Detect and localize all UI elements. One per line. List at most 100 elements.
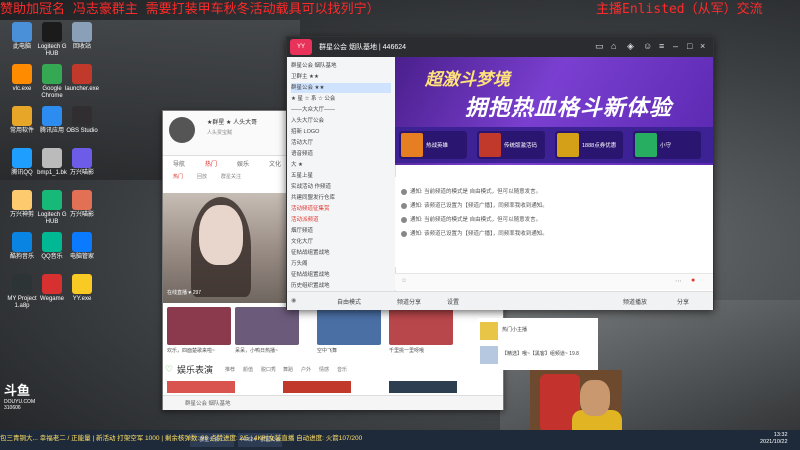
channel-item[interactable]: 活动频道征集赏 <box>291 204 391 214</box>
desktop-icon[interactable]: 万兴喵影 <box>64 148 100 177</box>
section-item[interactable]: 舞蹈 <box>283 366 293 373</box>
section-item[interactable]: 情感 <box>319 366 329 373</box>
stream-tile[interactable]: 欢乐，四面楚歌来啦~ <box>167 307 231 354</box>
section-item[interactable]: 颜值 <box>243 366 253 373</box>
status-item[interactable]: 频道播放 <box>623 297 647 306</box>
channel-item[interactable]: 万头阁 <box>291 259 391 269</box>
side-thumb <box>480 322 498 340</box>
subtab-hot[interactable]: 热门 <box>173 173 183 180</box>
channel-item[interactable]: 实战活动 作频道 <box>291 182 391 192</box>
channel-item[interactable]: 征帖战组置战地 <box>291 270 391 280</box>
preview-face <box>199 205 243 265</box>
app-icon <box>42 64 62 84</box>
channel-item[interactable]: ★ 星 ☆ 系 ☆ 公会 <box>291 94 391 104</box>
section-item[interactable]: 脱口秀 <box>261 366 276 373</box>
footer-text: 群星公会 烟队基地 <box>185 401 231 407</box>
channel-item[interactable]: 烟厅频道 <box>291 226 391 236</box>
channel-item[interactable]: 共建同盟发行仓库 <box>291 193 391 203</box>
app-icon <box>42 106 62 126</box>
channel-item[interactable]: 入头大厅公会 <box>291 116 391 126</box>
message-text: 通知: 当前频道的模式是 自由模式，但可以随意发言。 <box>410 189 542 195</box>
promo-card[interactable]: 传统版激活码 <box>477 131 545 159</box>
channel-item[interactable]: 大 ★ <box>291 160 391 170</box>
channel-item[interactable]: ——大众大厅—— <box>291 105 391 115</box>
tab-culture[interactable]: 文化 <box>269 159 281 168</box>
card-label: 传统版激活码 <box>504 143 538 149</box>
section-title: 娱乐表演 <box>177 365 214 375</box>
stream-tile[interactable]: 空中飞舞 <box>317 307 381 354</box>
app-icon <box>72 274 92 294</box>
menu-icon[interactable]: ≡ <box>659 41 664 51</box>
subtab-replay[interactable]: 回放 <box>197 173 207 180</box>
desktop-icon-label: YY.exe <box>72 296 92 302</box>
desktop-icon[interactable]: launcher.exe <box>64 64 100 93</box>
channel-item[interactable]: 招新 LOGO <box>291 127 391 137</box>
emoji-icon[interactable]: ☺ <box>401 278 407 284</box>
app-icon <box>72 148 92 168</box>
stream-ticker: 包三青铜大... 幸福老二 / 正能量 | 新活动 打架空军 1000 | 剩余… <box>0 435 363 442</box>
stream-tile[interactable]: 千里挑一里呀哦 <box>389 307 453 354</box>
avatar[interactable] <box>169 117 195 143</box>
mic-icon[interactable]: ● <box>691 277 695 284</box>
subtab-follow[interactable]: 群星关注 <box>221 173 241 180</box>
section-header: ♡ 娱乐表演 推荐 颜值 脱口秀 舞蹈 户外 情感 音乐 <box>163 363 503 377</box>
close-icon[interactable]: × <box>700 41 705 51</box>
channel-item[interactable]: 群星公会 ★★ <box>291 83 391 93</box>
gamepad-icon[interactable]: ◈ <box>627 41 634 52</box>
channel-item[interactable]: 五星上星 <box>291 171 391 181</box>
promo-card[interactable]: 1888点券优惠 <box>555 131 623 159</box>
channel-item[interactable]: 卫群主 ★★ <box>291 72 391 82</box>
channel-item[interactable]: 活动大厅 <box>291 138 391 148</box>
card-thumb <box>557 133 579 157</box>
stream-preview[interactable]: 在线直播 ♥ 297 <box>163 193 289 303</box>
more-icon[interactable]: ⋯ <box>675 277 682 285</box>
desktop-icon[interactable]: 万兴喵影 <box>64 190 100 219</box>
channel-item[interactable]: 语音频道 <box>291 149 391 159</box>
section-item[interactable]: 推荐 <box>225 366 235 373</box>
status-bar: ◉ 自由模式 频道分享 设置 频道播放 分享 <box>287 291 713 310</box>
channel-tree: 群星公会 烟队基地 卫群主 ★★ 群星公会 ★★ ★ 星 ☆ 系 ☆ 公会 ——大众大厅… <box>287 57 396 309</box>
screen-icon[interactable]: ▭ <box>595 41 604 52</box>
status-item[interactable]: 分享 <box>677 297 689 306</box>
channel-item[interactable]: 活动派频道 <box>291 215 391 225</box>
desktop-icon[interactable]: OBS Studio <box>64 106 100 135</box>
chat-messages: 通知: 当前频道的模式是 自由模式，但可以随意发言。 通知: 该频道已设置为【频… <box>395 177 713 267</box>
channel-item[interactable]: 历史组织置战地 <box>291 281 391 291</box>
tile-caption: 呆呆，小鸭日热播~ <box>235 348 278 354</box>
channel-item[interactable]: 征帖战组置战地 <box>291 248 391 258</box>
status-item[interactable]: 设置 <box>447 297 459 306</box>
minimize-icon[interactable]: – <box>673 41 678 51</box>
chat-input[interactable]: ☺ ⋯ ● <box>395 273 713 290</box>
preview-caption: 在线直播 ♥ 297 <box>167 290 202 296</box>
banner-left-text: 赞助加冠名 冯志豪群主 需要打装甲车秋冬活动载具可以找列宁） <box>0 2 380 17</box>
window-footer: 群星公会 烟队基地 <box>163 395 503 410</box>
promo-card[interactable]: 热战英雄 <box>399 131 467 159</box>
tab-entertain[interactable]: 娱乐 <box>237 159 249 168</box>
person-icon[interactable]: ☺ <box>643 41 652 51</box>
section-item[interactable]: 音乐 <box>337 366 347 373</box>
desktop-icon[interactable]: 回收站 <box>64 22 100 51</box>
desktop-icon[interactable]: 电脑管家 <box>64 232 100 261</box>
side-item[interactable]: 【精选】哦~【黑客】组频道~ 19.8 <box>502 350 579 357</box>
tab-hot[interactable]: 热门 <box>205 159 217 168</box>
maximize-icon[interactable]: □ <box>687 41 692 51</box>
promo-cards: 热战英雄 传统版激活码 1888点券优惠 小守 <box>395 127 713 163</box>
home-icon[interactable]: ⌂ <box>611 41 616 51</box>
channel-item[interactable]: 群星公会 烟队基地 <box>291 61 391 71</box>
status-item[interactable]: 自由模式 <box>337 297 361 306</box>
promo-card[interactable]: 小守 <box>633 131 701 159</box>
tile-caption: 欢乐，四面楚歌来啦~ <box>167 348 215 354</box>
channel-item[interactable]: 文化大厅 <box>291 237 391 247</box>
section-item[interactable]: 户外 <box>301 366 311 373</box>
desktop-icon[interactable]: YY.exe <box>64 274 100 303</box>
tab-nav[interactable]: 导航 <box>173 159 185 168</box>
side-item[interactable]: 热门小主播 <box>502 326 527 333</box>
volume-icon[interactable]: ◉ <box>291 297 296 304</box>
profile-name: ★群星 ★ 人头大哥 <box>207 120 258 126</box>
chat-window[interactable]: YY 群星公会 烟队基地 | 446624 ▭ ⌂ ◈ ☺ ≡ – □ × 群星… <box>286 36 714 310</box>
chat-message: 通知: 该频道已设置为【频道广播】，同频率我收到通知。 <box>401 201 548 209</box>
thumb-strip <box>389 381 457 393</box>
status-item[interactable]: 频道分享 <box>397 297 421 306</box>
nav-tabs: 导航 热门 娱乐 文化 <box>163 157 289 171</box>
stream-tile[interactable]: 呆呆，小鸭日热播~ <box>235 307 299 354</box>
